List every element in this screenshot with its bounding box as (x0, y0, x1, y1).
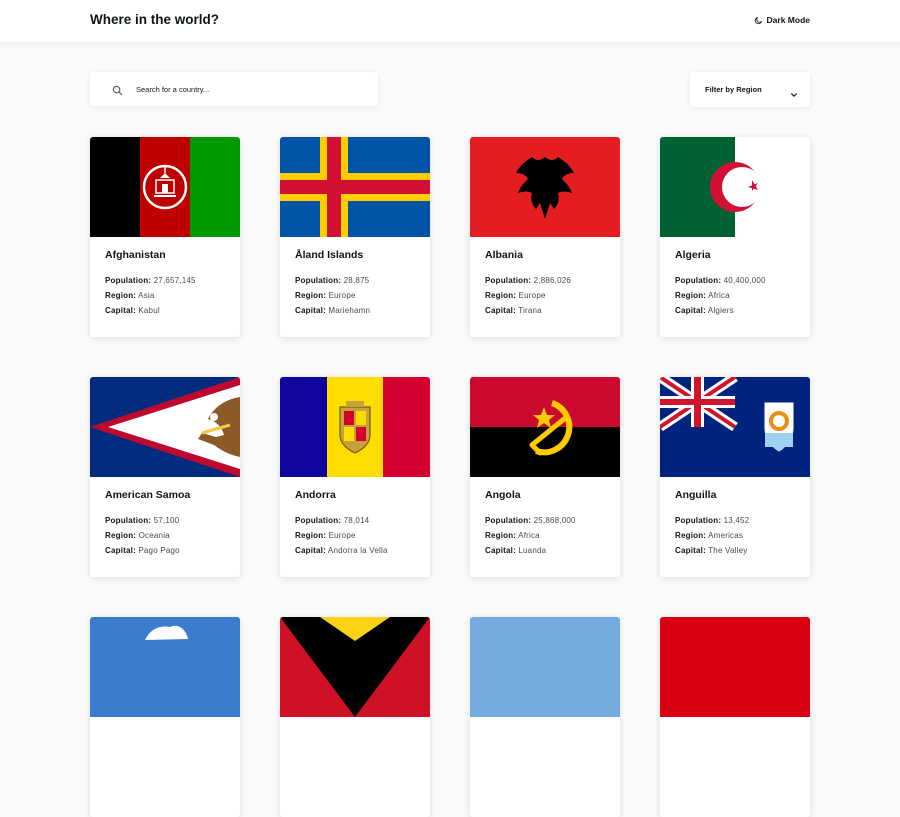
dark-mode-label: Dark Mode (766, 15, 810, 25)
region-value: Africa (708, 291, 730, 300)
country-card-angola[interactable]: Angola Population: 25,868,000 Region: Af… (470, 377, 620, 577)
region-value: Americas (708, 531, 744, 540)
search-box (90, 72, 378, 106)
country-name: Åland Islands (295, 249, 364, 261)
country-info: Population: 28,875 Region: Europe Capita… (295, 276, 371, 315)
capital-value: Pago Pago (138, 546, 180, 555)
population-value: 2,886,026 (533, 276, 572, 285)
chevron-down-icon (790, 86, 798, 104)
population-value: 27,657,145 (153, 276, 196, 285)
region-value: Europe (518, 291, 546, 300)
capital-value: The Valley (708, 546, 748, 555)
country-name: Angola (485, 489, 521, 501)
country-name: Algeria (675, 249, 711, 261)
country-flag (660, 617, 810, 717)
country-name: Albania (485, 249, 523, 261)
population-value: 28,875 (343, 276, 370, 285)
country-card-anguilla[interactable]: Anguilla Population: 13,452 Region: Amer… (660, 377, 810, 577)
flag-afghanistan (90, 137, 240, 237)
country-name: American Samoa (105, 489, 191, 501)
flag-aland-islands (280, 137, 430, 237)
country-info: Population: 27,657,145 Region: Asia Capi… (105, 276, 196, 315)
country-info: Population: 78,014 Region: Europe Capita… (295, 516, 388, 555)
flag-albania (470, 137, 620, 237)
app-title: Where in the world? (90, 12, 220, 27)
flag-american-samoa (90, 377, 240, 477)
country-card-andorra[interactable]: Andorra Population: 78,014 Region: Europ… (280, 377, 430, 577)
population-value: 13,452 (723, 516, 750, 525)
country-flag (280, 617, 430, 717)
country-card-algeria[interactable]: Algeria Population: 40,400,000 Region: A… (660, 137, 810, 337)
flag-andorra (280, 377, 430, 477)
country-name: Andorra (295, 489, 336, 501)
population-value: 57,100 (153, 516, 180, 525)
region-value: Asia (138, 291, 155, 300)
country-flag (90, 617, 240, 717)
country-info: Population: 13,452 Region: Americas Capi… (675, 516, 750, 555)
capital-value: Andorra la Vella (327, 546, 388, 555)
capital-value: Algiers (707, 306, 734, 315)
capital-value: Kabul (138, 306, 160, 315)
top-header: Where in the world? Dark Mode (0, 0, 900, 42)
search-icon (112, 83, 123, 101)
population-value: 40,400,000 (723, 276, 766, 285)
region-filter-dropdown[interactable]: Filter by Region (690, 72, 810, 107)
country-card[interactable] (90, 617, 240, 817)
region-value: Oceania (138, 531, 170, 540)
capital-value: Tirana (518, 306, 542, 315)
capital-value: Luanda (518, 546, 547, 555)
region-value: Africa (518, 531, 540, 540)
capital-value: Mariehamn (328, 306, 371, 315)
country-name: Anguilla (675, 489, 717, 501)
country-info: Population: 57,100 Region: Oceania Capit… (105, 516, 180, 555)
country-card[interactable] (280, 617, 430, 817)
flag-anguilla (660, 377, 810, 477)
region-filter-label: Filter by Region (705, 85, 762, 94)
country-name: Afghanistan (105, 249, 166, 261)
country-info: Population: 25,868,000 Region: Africa Ca… (485, 516, 576, 555)
search-input[interactable] (136, 81, 356, 97)
country-card-aland-islands[interactable]: Åland Islands Population: 28,875 Region:… (280, 137, 430, 337)
country-card[interactable] (660, 617, 810, 817)
country-card[interactable] (470, 617, 620, 817)
population-value: 78,014 (343, 516, 370, 525)
country-info: Population: 40,400,000 Region: Africa Ca… (675, 276, 766, 315)
moon-icon (754, 16, 763, 25)
country-card-american-samoa[interactable]: American Samoa Population: 57,100 Region… (90, 377, 240, 577)
dark-mode-toggle[interactable]: Dark Mode (754, 15, 810, 25)
country-flag (470, 617, 620, 717)
flag-algeria (660, 137, 810, 237)
region-value: Europe (328, 291, 356, 300)
region-value: Europe (328, 531, 356, 540)
country-info: Population: 2,886,026 Region: Europe Cap… (485, 276, 572, 315)
country-card-afghanistan[interactable]: Afghanistan Population: 27,657,145 Regio… (90, 137, 240, 337)
population-value: 25,868,000 (533, 516, 576, 525)
flag-angola (470, 377, 620, 477)
country-card-albania[interactable]: Albania Population: 2,886,026 Region: Eu… (470, 137, 620, 337)
